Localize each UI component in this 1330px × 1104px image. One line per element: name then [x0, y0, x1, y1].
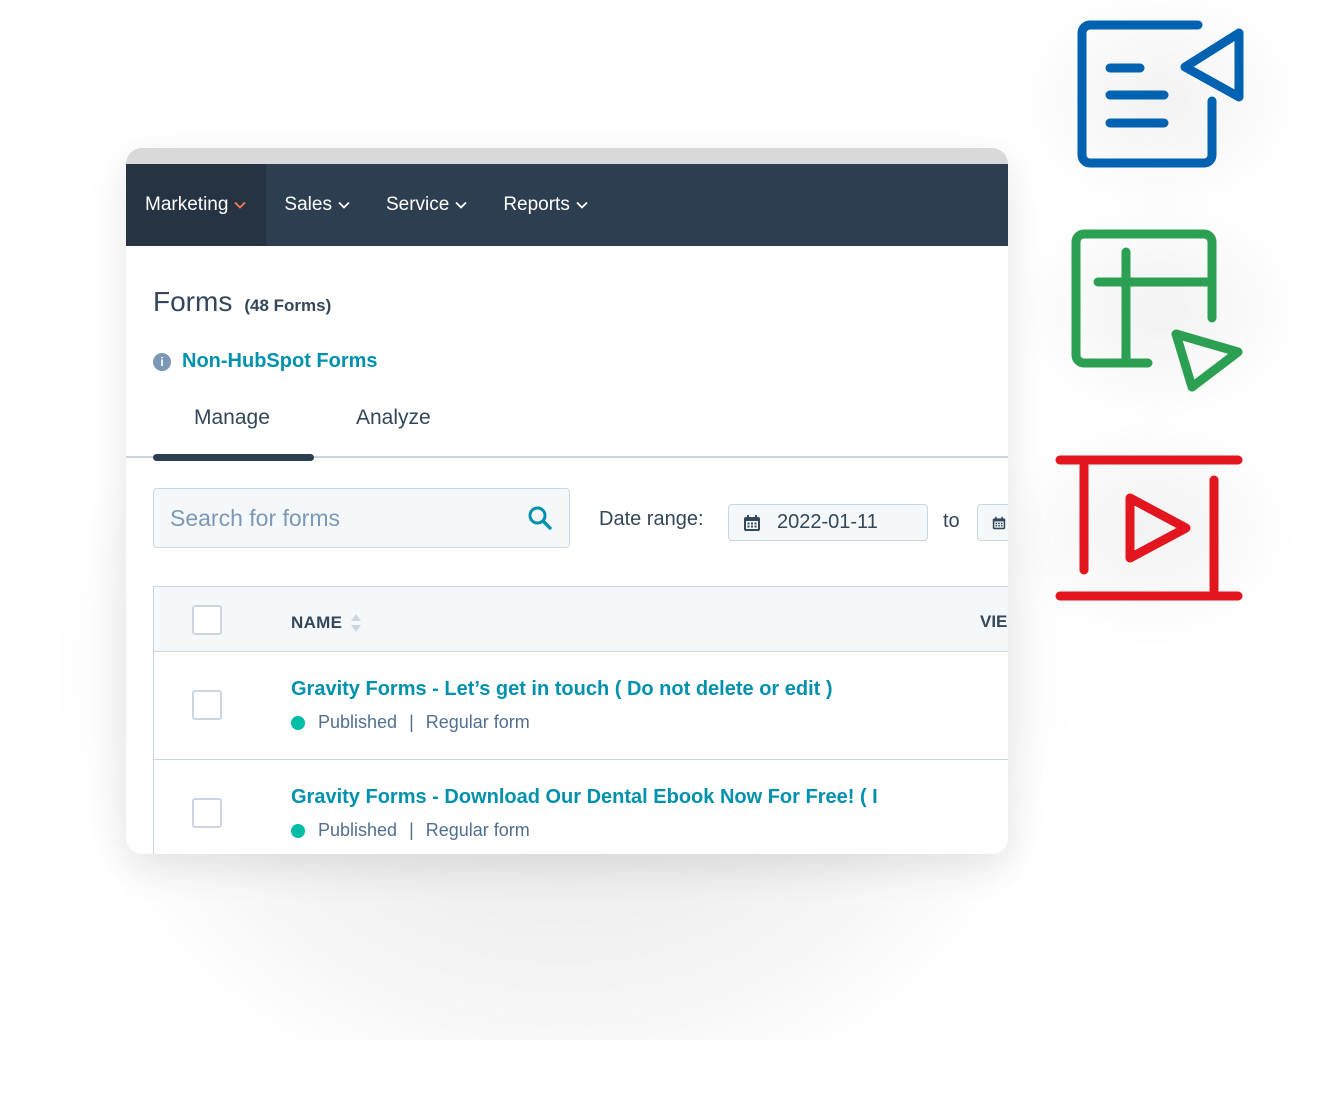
chevron-down-icon — [234, 201, 247, 209]
tab-analyze[interactable]: Analyze — [356, 406, 431, 430]
calendar-icon — [992, 516, 1006, 529]
active-tab-indicator — [153, 454, 314, 461]
status-label: Published — [318, 820, 398, 840]
page-title: Forms — [153, 286, 233, 317]
published-status-dot — [291, 823, 305, 838]
calendar-icon — [744, 514, 760, 531]
table-row: Gravity Forms - Let’s get in touch ( Do … — [154, 652, 1008, 760]
nav-item-marketing[interactable]: Marketing — [126, 164, 267, 246]
divider: | — [409, 820, 414, 840]
nav-item-sales[interactable]: Sales — [266, 164, 368, 246]
row-checkbox[interactable] — [192, 690, 222, 720]
nav-item-reports[interactable]: Reports — [485, 164, 606, 246]
nav-item-label: Service — [385, 194, 450, 215]
column-label: NAME — [291, 613, 343, 632]
app-window: Marketing Sales Service Reports Forms (4… — [126, 148, 1008, 854]
search-icon[interactable] — [527, 505, 553, 531]
nav-item-label: Marketing — [145, 194, 229, 215]
nav-item-label: Sales — [284, 194, 332, 215]
form-count: (48 Forms) — [244, 296, 332, 315]
form-meta: Published | Regular form — [291, 712, 530, 733]
email-form-icon — [1077, 20, 1244, 168]
table-row: Gravity Forms - Download Our Dental Eboo… — [154, 760, 1008, 854]
date-range-label: Date range: — [599, 508, 704, 530]
search-input[interactable] — [170, 504, 527, 532]
search-box — [153, 488, 570, 548]
tab-manage[interactable]: Manage — [194, 406, 270, 430]
tab-bar: Manage Analyze — [126, 386, 1008, 461]
date-start-picker[interactable]: 2022-01-11 — [728, 504, 928, 541]
date-start-value: 2022-01-11 — [777, 511, 878, 533]
chevron-down-icon — [576, 201, 588, 209]
table-form-icon — [1071, 229, 1243, 392]
status-label: Published — [318, 712, 398, 732]
select-all-checkbox[interactable] — [192, 605, 222, 635]
non-hubspot-forms-link[interactable]: i Non-HubSpot Forms — [153, 350, 378, 373]
sort-icon — [351, 614, 362, 632]
forms-table: NAME VIE Gravity Forms - Let’s get in to… — [153, 586, 1008, 854]
nav-item-service[interactable]: Service — [368, 164, 485, 246]
chevron-down-icon — [338, 201, 350, 209]
link-label: Non-HubSpot Forms — [182, 350, 378, 372]
form-meta: Published | Regular form — [291, 820, 530, 841]
chevron-down-icon — [455, 201, 467, 209]
row-checkbox[interactable] — [192, 798, 222, 828]
form-type: Regular form — [425, 820, 530, 840]
form-type: Regular form — [425, 712, 530, 732]
form-title-link[interactable]: Gravity Forms - Let’s get in touch ( Do … — [291, 678, 833, 701]
info-icon: i — [153, 352, 171, 371]
column-header-name[interactable]: NAME — [291, 612, 362, 634]
top-navbar: Marketing Sales Service Reports — [126, 164, 1008, 246]
video-form-icon — [1055, 455, 1243, 601]
divider: | — [409, 712, 414, 732]
published-status-dot — [291, 715, 305, 730]
page-header: Forms (48 Forms) — [153, 286, 331, 318]
date-end-picker[interactable] — [977, 504, 1008, 541]
column-header-views[interactable]: VIE — [980, 612, 1007, 632]
nav-item-label: Reports — [503, 194, 570, 215]
date-to-label: to — [943, 510, 960, 532]
main-content: Forms (48 Forms) i Non-HubSpot Forms Man… — [126, 246, 1008, 854]
form-title-link[interactable]: Gravity Forms - Download Our Dental Eboo… — [291, 786, 887, 809]
window-chrome — [126, 148, 1008, 164]
table-header: NAME VIE — [154, 586, 1008, 652]
